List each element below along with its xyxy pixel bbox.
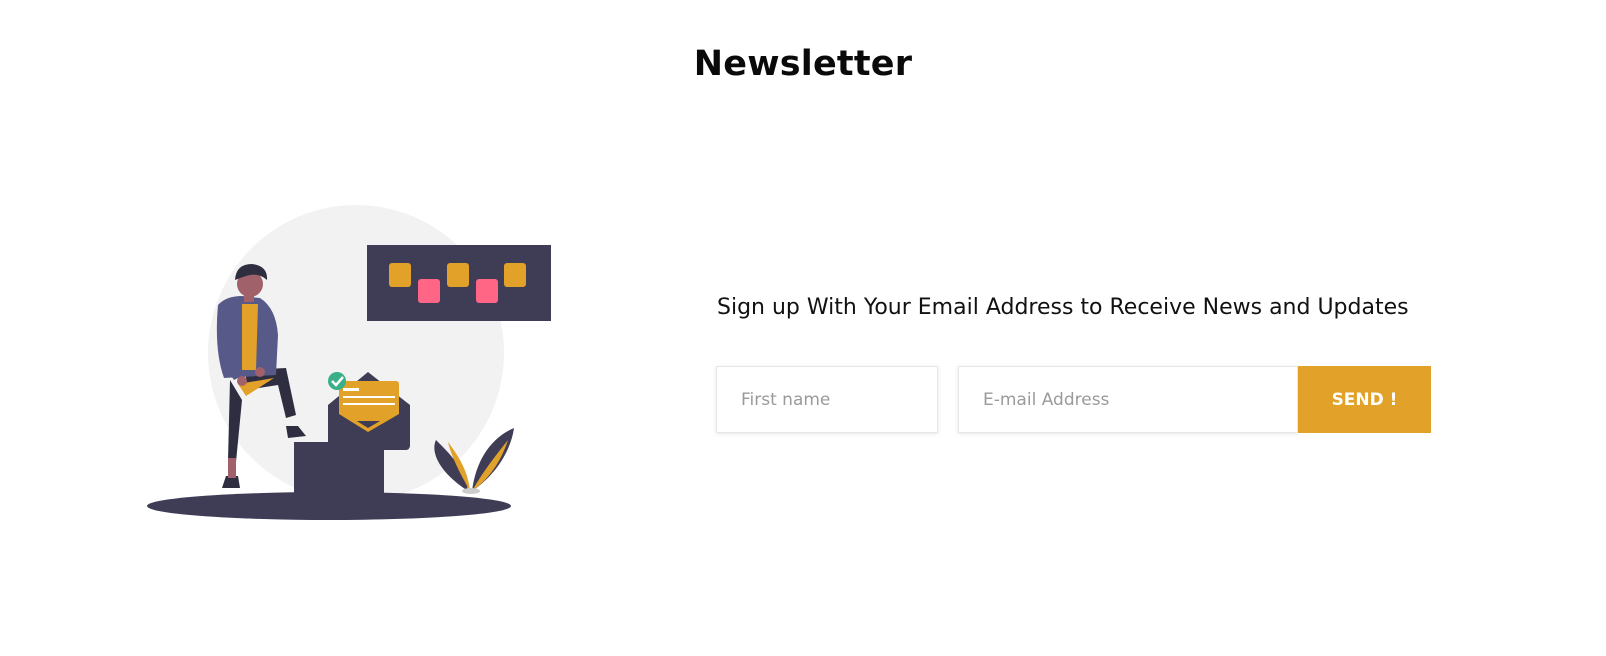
signup-heading: Sign up With Your Email Address to Recei…	[717, 295, 1409, 320]
email-input[interactable]	[958, 366, 1298, 433]
check-icon	[328, 372, 346, 390]
newsletter-illustration	[146, 200, 552, 520]
first-name-input[interactable]	[716, 366, 938, 433]
section-title: Newsletter	[693, 44, 913, 84]
pedestal	[294, 442, 384, 498]
send-button[interactable]: SEND !	[1298, 366, 1431, 433]
